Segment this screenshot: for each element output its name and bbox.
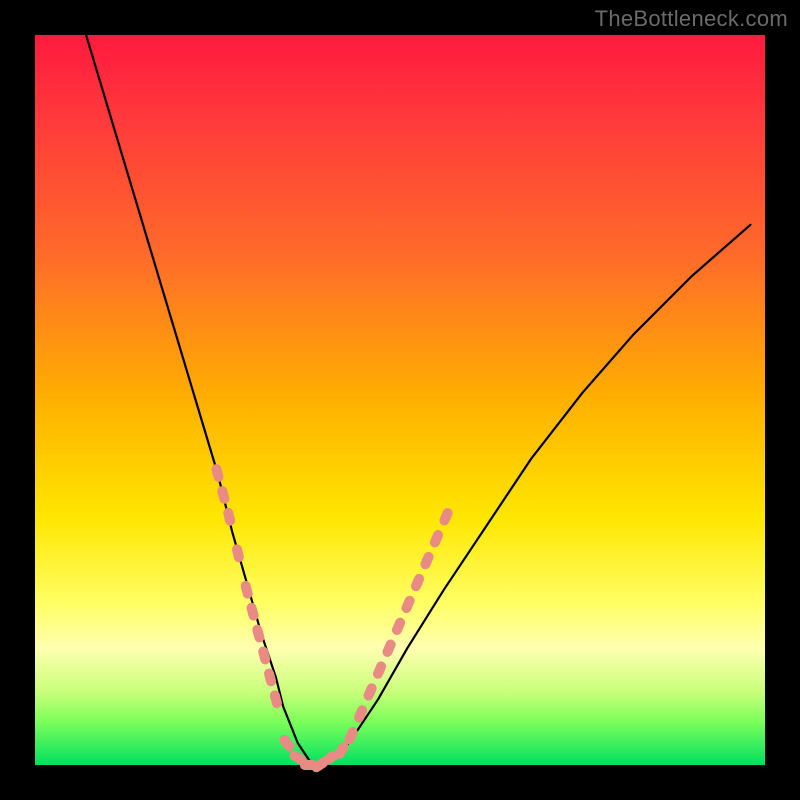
scatter-dot [400, 594, 416, 614]
scatter-dot [438, 507, 454, 527]
scatter-dot [216, 485, 230, 505]
scatter-dot [263, 667, 277, 687]
scatter-dot [409, 572, 425, 592]
scatter-dot [390, 616, 406, 636]
scatter-dot [362, 682, 378, 702]
watermark-text: TheBottleneck.com [595, 6, 788, 32]
scatter-dot [428, 528, 444, 548]
scatter-dot [231, 543, 245, 563]
outer-frame: TheBottleneck.com [0, 0, 800, 800]
scatter-dot [257, 646, 271, 666]
chart-svg [35, 35, 765, 765]
bottleneck-curve-path [86, 35, 750, 765]
plot-area [35, 35, 765, 765]
scatter-dot [352, 704, 368, 724]
scatter-dot [381, 638, 397, 658]
scatter-dot [222, 507, 236, 527]
scatter-dot [277, 733, 296, 753]
scatter-layer [210, 463, 454, 774]
scatter-dot [371, 660, 387, 680]
scatter-dot [419, 550, 435, 570]
scatter-dot [269, 689, 283, 709]
scatter-dot [210, 463, 224, 483]
